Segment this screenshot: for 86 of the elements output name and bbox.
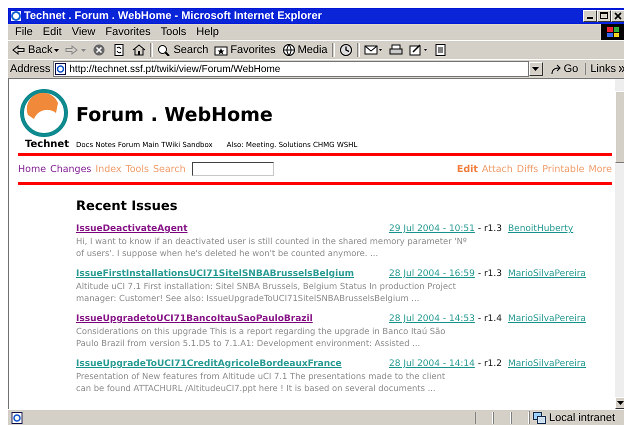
clock-globe-icon: [338, 44, 353, 56]
left-arrow-icon: [12, 44, 26, 56]
nav-link[interactable]: Tools: [126, 164, 149, 174]
zone-label: Local intranet: [549, 412, 616, 424]
envelope-icon: [364, 44, 383, 56]
revision-text: - r1.3: [478, 269, 502, 279]
notepad-icon: [434, 44, 448, 56]
author-link[interactable]: BenoitHuberty: [508, 224, 574, 234]
print-button[interactable]: [386, 44, 405, 56]
site-name: Technet: [24, 139, 70, 150]
browser-icon: [10, 10, 22, 22]
topic-link[interactable]: IssueUpgradeToUCI71CreditAgricoleBordeauxFrance: [76, 359, 342, 369]
dropdown-button[interactable]: [528, 62, 543, 76]
right-arrow-icon: [65, 44, 80, 56]
topic-link[interactable]: IssueFirstInstallationsUCI71SitelSNBABrusselsBelgium: [76, 269, 354, 279]
intranet-icon: [533, 412, 546, 424]
action-link[interactable]: Edit: [456, 164, 478, 174]
caret-icon: [616, 401, 624, 405]
back-button[interactable]: Back: [10, 44, 62, 56]
date-link[interactable]: 28 Jul 2004 - 14:53: [389, 314, 475, 324]
section-heading: Recent Issues: [76, 199, 178, 214]
action-link[interactable]: Diffs: [516, 164, 538, 174]
summary-text: Hi, I want to know if an deactivated user is still counted in the shared memory parameter 'Nº of users'. I suppose when he's deleted he won't be counted anymore. ...: [76, 235, 468, 259]
action-link[interactable]: Printable: [542, 164, 584, 174]
nav-link[interactable]: Changes: [50, 164, 92, 174]
minimize-button[interactable]: [583, 10, 597, 22]
revision-text: - r1.2: [478, 359, 502, 369]
links-button[interactable]: Links: [585, 63, 616, 75]
action-link[interactable]: Attach: [482, 164, 513, 174]
minimize-icon: [587, 17, 593, 19]
summary-text: Presentation of New features from Altitude uCI 7.1 The presentations made to the client can be found ATTACHURL /AltitudeuCI7.ppt here ! It is based on several documents ...: [76, 370, 446, 394]
menu-item[interactable]: Tools: [156, 26, 192, 38]
summary-text: Altitude uCI 7.1 First installation: Sitel SNBA Brussels, Belgium Status In production Project manager: Customer! See also: IssueUpgradeToUCI71SitelSNBABrusselsBelgium ...: [76, 280, 457, 304]
windows-flag-icon: [606, 26, 620, 38]
edit-page-icon: [408, 44, 428, 56]
mail-button[interactable]: [362, 44, 385, 56]
topic-link[interactable]: IssueUpgradetoUCI71BancoItauSaoPauloBrazil: [76, 314, 313, 324]
nav-link[interactable]: Home: [18, 164, 46, 174]
menu-item[interactable]: Edit: [38, 26, 67, 38]
date-link[interactable]: 29 Jul 2004 - 10:51: [389, 224, 475, 234]
revision-text: - r1.4: [478, 314, 502, 324]
page-icon: [112, 44, 126, 56]
stop-icon: [92, 44, 106, 56]
address-label: Address: [10, 63, 50, 75]
topic-link[interactable]: IssueDeactivateAgent: [76, 224, 188, 234]
author-link[interactable]: MarioSilvaPereira: [508, 359, 586, 369]
close-button[interactable]: [611, 10, 624, 22]
globe-icon: [282, 44, 296, 56]
caret-icon: [532, 67, 540, 71]
window-title: Technet . Forum . WebHome - Microsoft Internet Explorer: [24, 10, 322, 22]
menu-item[interactable]: View: [66, 26, 100, 38]
menu-item[interactable]: Help: [191, 26, 224, 38]
date-link[interactable]: 28 Jul 2004 - 14:14: [389, 359, 475, 369]
caret-icon: [54, 48, 60, 52]
search-field[interactable]: [192, 162, 274, 176]
author-link[interactable]: MarioSilvaPereira: [508, 314, 586, 324]
search-button[interactable]: Search: [155, 44, 210, 56]
chevron-icon: [619, 66, 624, 72]
action-link[interactable]: More: [588, 164, 612, 174]
menu-item[interactable]: Favorites: [100, 26, 156, 38]
scroll-thumb[interactable]: [615, 91, 624, 163]
search-icon: [157, 44, 172, 56]
caret-icon: [81, 48, 86, 52]
go-button[interactable]: Go: [546, 63, 582, 75]
vertical-scrollbar[interactable]: [615, 79, 624, 409]
maximize-button[interactable]: [597, 10, 611, 22]
summary-text: Considerations on this upgrade This is a report regarding the upgrade in Banco Itaú São Paulo Brazil from version 5.1.D5 to 7.1.A1: Development environment: Assisted ...: [76, 325, 446, 349]
date-link[interactable]: 28 Jul 2004 - 16:59: [389, 269, 475, 279]
revision-text: - r1.3: [478, 224, 502, 234]
house-icon: [132, 44, 146, 56]
nav-link[interactable]: Index: [95, 164, 122, 174]
scroll-down-button[interactable]: [615, 397, 624, 409]
ring-logo: [18, 89, 70, 137]
printer-icon: [388, 44, 403, 56]
page-icon: [55, 63, 66, 75]
nav-link[interactable]: Search: [152, 164, 186, 174]
page-title: Forum . WebHome: [76, 104, 273, 126]
maximize-icon: [599, 11, 609, 21]
edit-button[interactable]: [406, 44, 430, 56]
menu-item[interactable]: File: [10, 26, 38, 38]
arrow-icon: [550, 64, 562, 74]
media-button[interactable]: Media: [280, 44, 330, 56]
author-link[interactable]: MarioSilvaPereira: [508, 269, 586, 279]
close-icon: [613, 11, 623, 21]
address-field[interactable]: http://technet.ssf.pt/twiki/view/Forum/WebHome: [53, 61, 529, 77]
favorites-button[interactable]: Favorites: [212, 44, 278, 56]
